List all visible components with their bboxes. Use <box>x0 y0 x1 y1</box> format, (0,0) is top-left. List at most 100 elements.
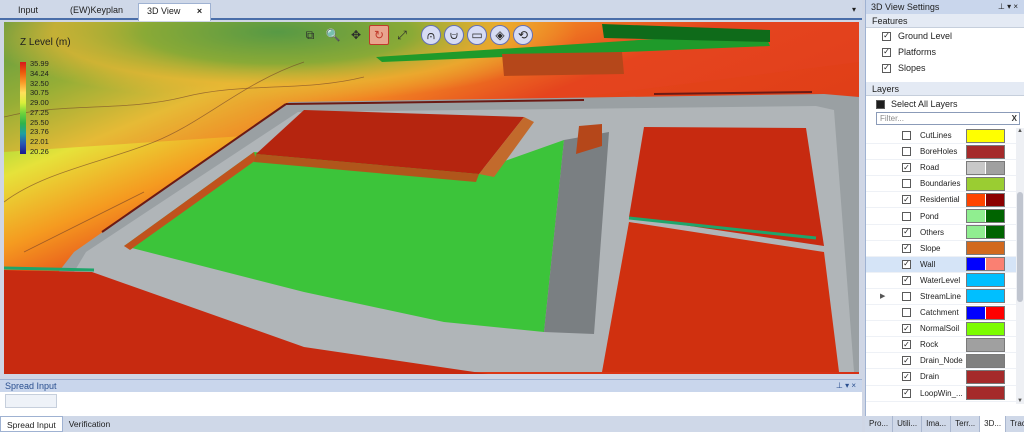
pan-icon[interactable]: ✥ <box>346 25 366 45</box>
select-all-checkbox[interactable] <box>876 99 885 109</box>
bottom-tab[interactable]: Spread Input <box>0 416 63 432</box>
layer-color-swatch[interactable] <box>966 209 1005 224</box>
layer-row[interactable]: ✓ Slope <box>866 241 1016 257</box>
layer-color-swatch[interactable] <box>966 225 1005 240</box>
layer-checkbox[interactable]: ✓ <box>902 259 911 269</box>
layer-color-swatch[interactable] <box>966 386 1005 401</box>
tab-keyplan[interactable]: (EW)Keyplan <box>62 3 131 20</box>
layer-scrollbar[interactable]: ▲ ▼ <box>1016 128 1024 404</box>
feature-row[interactable]: ✓ Ground Level <box>866 28 1024 44</box>
filter-input[interactable]: Filter... X <box>876 112 1020 125</box>
legend-title: Z Level (m) <box>20 37 71 48</box>
close-icon[interactable]: × <box>197 6 202 16</box>
layer-checkbox[interactable] <box>902 211 911 221</box>
layer-color-swatch[interactable] <box>966 257 1005 272</box>
feature-checkbox[interactable]: ✓ <box>882 47 891 57</box>
layer-checkbox[interactable] <box>902 131 911 141</box>
layer-color-swatch[interactable] <box>966 176 1005 191</box>
layer-row[interactable]: ✓ Rock <box>866 337 1016 354</box>
layer-checkbox[interactable]: ✓ <box>902 227 911 237</box>
rotate-icon[interactable]: ↻ <box>369 25 389 45</box>
clear-filter-icon[interactable]: X <box>1012 113 1017 124</box>
pin-icon[interactable]: ⊥ ▾ × <box>836 380 856 392</box>
zoom-extents-icon[interactable]: ⤢ <box>392 25 412 45</box>
layer-row[interactable]: Pond <box>866 208 1016 225</box>
bottom-tab[interactable]: Verification <box>63 416 117 432</box>
layer-row[interactable]: ✓ Drain_Node <box>866 353 1016 370</box>
zoom-window-icon[interactable]: ⧉ <box>300 25 320 45</box>
layer-color-swatch[interactable] <box>966 144 1005 159</box>
layer-checkbox[interactable] <box>902 147 911 157</box>
zoom-icon[interactable]: 🔍 <box>323 25 343 45</box>
layer-checkbox[interactable] <box>902 308 911 318</box>
profile-view-icon[interactable]: ⩁ <box>444 25 464 45</box>
feature-checkbox[interactable]: ✓ <box>882 63 891 73</box>
layer-checkbox[interactable]: ✓ <box>902 324 911 334</box>
layer-checkbox[interactable]: ✓ <box>902 340 911 350</box>
section-view-icon[interactable]: ⩀ <box>421 25 441 45</box>
chevron-down-icon[interactable]: ▾ <box>852 5 856 14</box>
layer-row[interactable]: Boundaries <box>866 176 1016 193</box>
settings-tab[interactable]: 3D... <box>980 416 1007 432</box>
layer-row[interactable]: ▶ StreamLine <box>866 289 1016 306</box>
layer-color-swatch[interactable] <box>966 241 1005 256</box>
layer-row[interactable]: Catchment <box>866 305 1016 322</box>
feature-row[interactable]: ✓ Platforms <box>866 44 1024 60</box>
layer-color-swatch[interactable] <box>966 128 1005 143</box>
layer-row[interactable]: ✓ Drain <box>866 369 1016 386</box>
layer-color-swatch[interactable] <box>966 321 1005 336</box>
layer-row[interactable]: ✓ Others <box>866 225 1016 241</box>
settings-tab[interactable]: Trac... <box>1006 416 1024 432</box>
scroll-up-icon[interactable]: ▲ <box>1016 128 1024 134</box>
layer-checkbox[interactable]: ✓ <box>902 275 911 285</box>
feature-row[interactable]: ✓ Slopes <box>866 60 1024 76</box>
3d-viewport[interactable]: Z Level (m) 35.99 34.24 32.50 30.75 29.00 27.… <box>4 22 859 374</box>
layer-checkbox[interactable] <box>902 291 911 301</box>
legend-value: 20.26 <box>30 147 49 156</box>
layer-color-swatch[interactable] <box>966 192 1005 207</box>
block-edge <box>4 266 95 272</box>
swatch-color <box>967 161 985 174</box>
layer-checkbox[interactable] <box>902 179 911 189</box>
tab-input[interactable]: Input <box>10 3 46 20</box>
expand-icon[interactable]: ▶ <box>880 292 885 300</box>
feature-checkbox[interactable]: ✓ <box>882 31 891 41</box>
pin-icon[interactable]: ⊥ ▾ × <box>998 0 1018 14</box>
layer-color-swatch[interactable] <box>966 273 1005 288</box>
select-all-layers[interactable]: Select All Layers <box>866 96 1024 112</box>
layer-checkbox[interactable]: ✓ <box>902 163 911 173</box>
layer-row[interactable]: ✓ Road <box>866 160 1016 177</box>
settings-tab[interactable]: Terr... <box>951 416 981 432</box>
layer-row[interactable]: ✓ Wall <box>866 256 1016 273</box>
layer-color-swatch[interactable] <box>966 289 1005 304</box>
layer-color-swatch[interactable] <box>966 353 1005 368</box>
layer-checkbox[interactable]: ✓ <box>902 388 911 398</box>
tab-3d-view[interactable]: 3D View × <box>138 3 212 21</box>
layer-color-swatch[interactable] <box>966 160 1005 175</box>
layer-row[interactable]: CutLines <box>866 128 1016 145</box>
layer-checkbox[interactable]: ✓ <box>902 372 911 382</box>
layer-color-swatch[interactable] <box>966 337 1005 352</box>
iso-view-icon[interactable]: ◈ <box>490 25 510 45</box>
layer-row[interactable]: ✓ Residential <box>866 192 1016 209</box>
layer-checkbox[interactable]: ✓ <box>902 195 911 205</box>
settings-tab[interactable]: Utili... <box>893 416 923 432</box>
layer-row[interactable]: BoreHoles <box>866 144 1016 161</box>
layer-checkbox[interactable]: ✓ <box>902 243 911 253</box>
settings-tab[interactable]: Pro... <box>865 416 894 432</box>
layer-row[interactable]: ✓ WaterLevel <box>866 273 1016 289</box>
legend-value: 32.50 <box>30 78 49 88</box>
layer-row[interactable]: ✓ LoopWin_... <box>866 386 1016 402</box>
layer-color-swatch[interactable] <box>966 369 1005 384</box>
layer-checkbox[interactable]: ✓ <box>902 356 911 366</box>
swatch-color <box>985 306 1004 319</box>
settings-tab[interactable]: Ima... <box>922 416 952 432</box>
layer-color-swatch[interactable] <box>966 305 1005 320</box>
plan-view-icon[interactable]: ▭ <box>467 25 487 45</box>
scroll-thumb[interactable] <box>1017 192 1023 302</box>
swatch-color <box>985 210 1004 223</box>
scroll-down-icon[interactable]: ▼ <box>1016 398 1024 404</box>
layer-row[interactable]: ✓ NormalSoil <box>866 321 1016 338</box>
settings-view-icon[interactable]: ⟲ <box>513 25 533 45</box>
spread-input-box[interactable] <box>5 394 57 408</box>
